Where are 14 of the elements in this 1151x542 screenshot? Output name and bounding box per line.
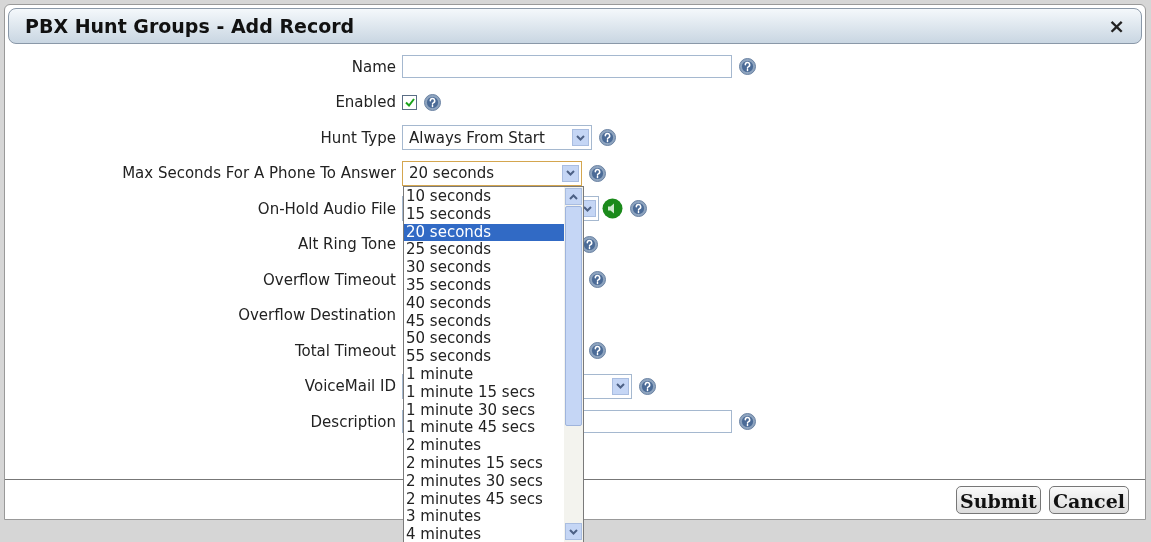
field-label: Enabled — [334, 92, 397, 113]
field-label: Hunt Type — [319, 127, 397, 149]
field-label: Total Timeout — [293, 340, 397, 362]
select-value: 20 seconds — [408, 163, 495, 184]
select-value: Always From Start — [408, 127, 545, 149]
field-label: Overflow Destination — [237, 305, 397, 326]
field-label: Alt Ring Tone — [297, 234, 397, 255]
field-label: Max Seconds For A Phone To Answer — [121, 163, 397, 184]
field-label: Name — [350, 56, 397, 78]
field-label: Description — [309, 411, 397, 433]
field-label: On-Hold Audio File — [256, 198, 397, 220]
dialog-title: PBX Hunt Groups - Add Record — [25, 13, 355, 39]
field-label: Overflow Timeout — [262, 269, 397, 291]
field-label: VoiceMail ID — [303, 376, 397, 397]
